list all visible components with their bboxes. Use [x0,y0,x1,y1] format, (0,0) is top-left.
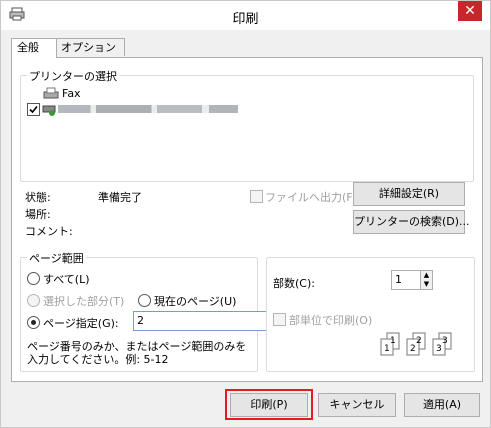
print-dialog: 印刷 ✕ 全般 オプション プリンターの選択 Fax 状態: 準備完了 場所: … [0,0,491,428]
window-title: 印刷 [232,12,259,27]
collate-label: 部単位で印刷(O) [289,314,373,327]
find-printer-button[interactable]: プリンターの検索(D)... [353,210,470,234]
range-all-label: すべて(L) [43,273,90,286]
title-bar: 印刷 ✕ [1,1,490,30]
range-current-page-label: 現在のページ(U) [154,295,237,308]
close-icon: ✕ [464,3,476,19]
printer-name-blurred [58,105,238,113]
printer-item-selected[interactable] [27,102,247,118]
status-value: 準備完了 [98,191,142,204]
apply-button[interactable]: 適用(A) [404,393,480,417]
location-label: 場所: [25,208,51,221]
range-selection-radio [27,294,40,307]
pages-input[interactable]: 2 [133,311,267,331]
tab-options[interactable]: オプション [55,38,125,56]
fax-icon [43,87,59,99]
collate-digit: 3 [442,336,448,346]
printer-select-label: プリンターの選択 [27,68,119,84]
range-current-page-radio [138,294,151,307]
range-all-radio [27,272,40,285]
copies-input[interactable]: 1 [391,270,421,290]
page-range-label: ページ範囲 [27,250,86,266]
collate-pages-icon: 1 1 2 2 3 3 [380,332,452,356]
page-range-hint: ページ番号のみか、またはページ範囲のみを入力してください。例: 5-12 [27,340,247,366]
comment-label: コメント: [25,225,73,238]
range-pages-radio [27,316,40,329]
collate-digit: 3 [436,344,442,354]
page-range-group: ページ範囲 すべて(L) 選択した部分(T) 現在のページ(U) ページ指定(G… [20,250,267,372]
print-button[interactable]: 印刷(P) [230,393,308,417]
copies-spinner[interactable]: ▲ ▼ [421,270,433,290]
print-to-file-label: ファイルへ出力(F) [265,191,357,204]
print-to-file-checkbox [250,190,263,203]
check-icon [29,105,38,114]
collate-digit: 2 [410,344,416,354]
printer-select-group: プリンターの選択 Fax 状態: 準備完了 場所: コメント: ファイルへ出力(… [20,68,474,238]
copies-group: 部数(C): 1 ▲ ▼ 部単位で印刷(O) 1 1 2 2 3 3 [266,257,475,372]
spin-up-icon[interactable]: ▲ [421,271,432,280]
copies-label: 部数(C): [273,277,315,290]
printer-selected-checkbox [27,103,40,116]
collate-digit: 1 [384,344,390,354]
details-button[interactable]: 詳細設定(R) [353,182,465,206]
status-label: 状態: [25,191,51,204]
printer-item-fax-label: Fax [62,87,81,100]
collate-checkbox [273,313,286,326]
close-button[interactable]: ✕ [458,1,482,21]
default-printer-icon [42,105,56,116]
spin-down-icon[interactable]: ▼ [421,280,432,289]
range-pages-label: ページ指定(G): [43,317,119,330]
range-selection-label: 選択した部分(T) [43,295,125,308]
collate-digit: 2 [416,336,422,346]
collate-digit: 1 [390,336,396,346]
cancel-button[interactable]: キャンセル [318,393,396,417]
tab-general[interactable]: 全般 [11,38,57,58]
general-tab-panel: プリンターの選択 Fax 状態: 準備完了 場所: コメント: ファイルへ出力(… [11,57,483,382]
